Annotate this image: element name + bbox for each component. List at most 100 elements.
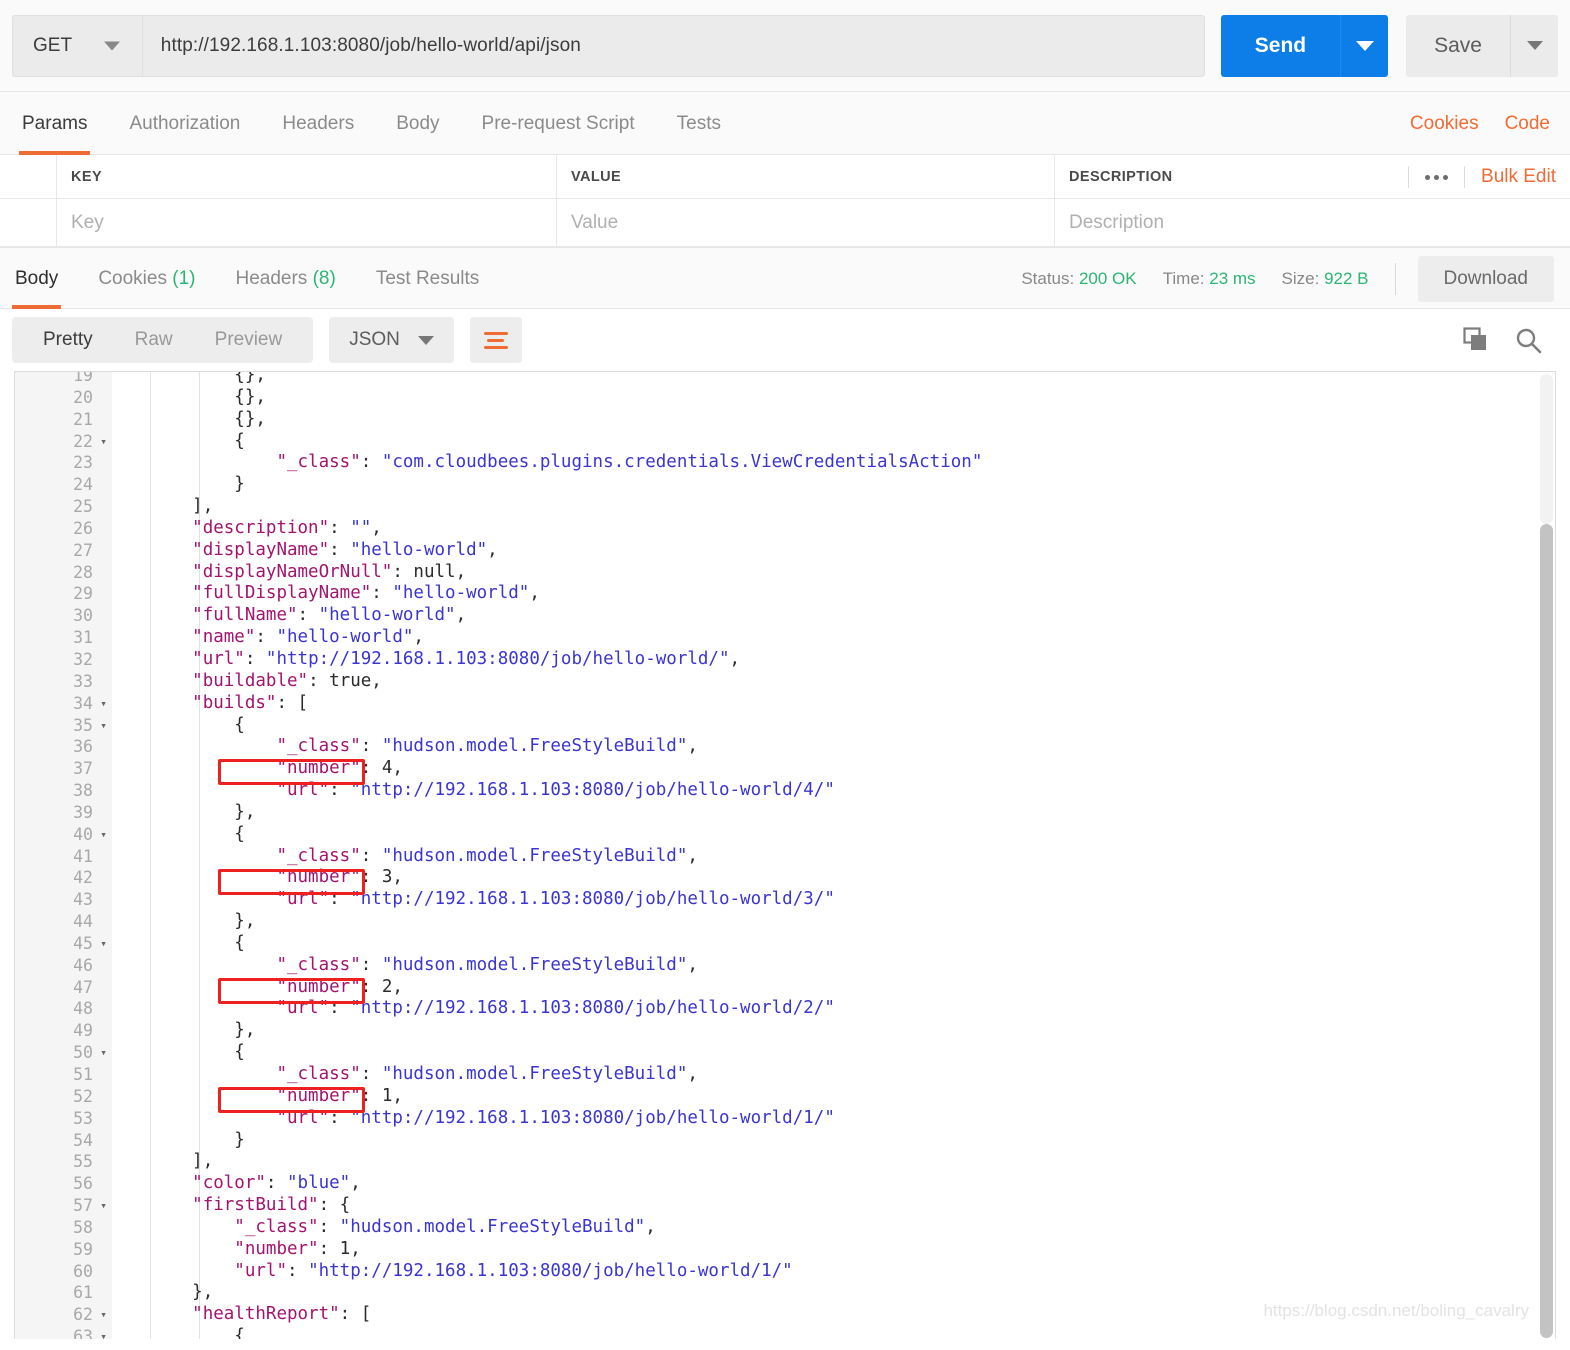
cookies-link[interactable]: Cookies [1410, 113, 1479, 135]
params-value-input[interactable]: Value [557, 199, 1055, 247]
line-number: 62 [73, 1305, 93, 1325]
response-tab-headers[interactable]: Headers (8) [232, 248, 338, 309]
fold-toggle-icon[interactable]: ▾ [95, 693, 112, 715]
format-label: JSON [349, 329, 400, 350]
line-number: 22 [73, 431, 93, 451]
fold-toggle-icon[interactable]: ▾ [95, 431, 112, 453]
save-button[interactable]: Save [1406, 14, 1510, 77]
view-mode-preview[interactable]: Preview [194, 329, 304, 351]
tab-tests[interactable]: Tests [677, 92, 721, 155]
send-button[interactable]: Send [1220, 14, 1341, 77]
fold-toggle-icon[interactable]: ▾ [95, 1304, 112, 1326]
code-line: 25 ], [15, 496, 1555, 518]
http-method-label: GET [33, 34, 73, 56]
response-body-viewer[interactable]: 19 {}, 20 {}, 21 {}, 22 ▾ {23 "_class": "com… [14, 371, 1556, 1339]
word-wrap-toggle-icon[interactable] [469, 317, 522, 363]
code-text: "number": 4, [276, 758, 403, 779]
code-text: "displayNameOrNull": null, [192, 561, 467, 582]
tab-params[interactable]: Params [18, 92, 91, 155]
code-text: { [234, 1042, 245, 1063]
send-button-group: Send [1220, 14, 1389, 77]
code-line: 22 ▾ { [15, 431, 1555, 453]
response-tab-headers-label: Headers [235, 267, 308, 289]
code-text: "_class": "com.cloudbees.plugins.credent… [276, 452, 983, 473]
chevron-down-icon [1355, 40, 1374, 51]
line-number: 40 [73, 824, 93, 844]
line-number: 39 [73, 802, 93, 822]
format-dropdown[interactable]: JSON [329, 317, 454, 363]
download-button[interactable]: Download [1417, 255, 1554, 302]
params-header-description: DESCRIPTION Bulk Edit [1055, 155, 1570, 199]
params-description-input[interactable]: Description [1055, 199, 1570, 247]
view-mode-pretty[interactable]: Pretty [22, 329, 114, 351]
line-number: 23 [73, 453, 93, 473]
code-text: "buildable": true, [192, 670, 382, 691]
fold-toggle-icon[interactable]: ▾ [95, 1326, 112, 1339]
params-key-input[interactable]: Key [57, 199, 557, 247]
more-options-icon[interactable] [1408, 166, 1464, 188]
fold-toggle-icon[interactable]: ▾ [95, 933, 112, 955]
code-line: 47 "number": 2, [15, 977, 1555, 999]
code-text: "url": "http://192.168.1.103:8080/job/he… [234, 1260, 793, 1281]
code-line: 58 "_class": "hudson.model.FreeStyleBuil… [15, 1217, 1555, 1239]
copy-icon[interactable] [1463, 327, 1489, 353]
code-text: "fullName": "hello-world", [192, 605, 467, 626]
code-text: "healthReport": [ [192, 1304, 372, 1325]
code-line: 31 "name": "hello-world", [15, 627, 1555, 649]
status-metric: Status: 200 OK [1021, 269, 1136, 289]
code-text: "_class": "hudson.model.FreeStyleBuild", [234, 1216, 656, 1237]
params-row-checkbox-cell[interactable] [0, 199, 57, 247]
http-method-dropdown[interactable]: GET [12, 14, 142, 77]
fold-toggle-icon[interactable]: ▾ [95, 1042, 112, 1064]
code-line: 50 ▾ { [15, 1042, 1555, 1064]
params-value-placeholder: Value [571, 211, 619, 233]
code-scrollbar-thumb[interactable] [1540, 524, 1553, 1338]
tab-headers[interactable]: Headers [282, 92, 354, 155]
code-text: }, [234, 801, 256, 822]
code-line: 20 {}, [15, 387, 1555, 409]
line-number: 52 [73, 1086, 93, 1106]
params-header-key: KEY [57, 155, 557, 199]
response-tab-body[interactable]: Body [12, 248, 62, 309]
code-text: "_class": "hudson.model.FreeStyleBuild", [276, 954, 698, 975]
tab-authorization[interactable]: Authorization [129, 92, 240, 155]
response-tab-cookies-label: Cookies [98, 267, 167, 289]
params-header-tools: Bulk Edit [1408, 155, 1556, 199]
wrap-line-1 [483, 331, 508, 335]
code-line: 54 } [15, 1130, 1555, 1152]
line-number: 25 [73, 497, 93, 517]
view-mode-raw[interactable]: Raw [114, 329, 194, 351]
code-link[interactable]: Code [1505, 113, 1550, 135]
code-text: "_class": "hudson.model.FreeStyleBuild", [276, 845, 698, 866]
fold-toggle-icon[interactable]: ▾ [95, 1195, 112, 1217]
fold-toggle-icon[interactable]: ▾ [95, 824, 112, 846]
save-options-dropdown[interactable] [1510, 14, 1558, 77]
code-line: 40 ▾ { [15, 824, 1555, 846]
send-options-dropdown[interactable] [1340, 14, 1389, 77]
search-icon[interactable] [1515, 327, 1542, 354]
code-text: "description": "", [192, 517, 382, 538]
line-number: 35 [73, 715, 93, 735]
tab-body[interactable]: Body [396, 92, 439, 155]
tab-pre-request-script[interactable]: Pre-request Script [482, 92, 635, 155]
response-tab-test-results[interactable]: Test Results [373, 248, 482, 309]
code-scrollbar[interactable] [1540, 374, 1553, 1338]
bulk-edit-button[interactable]: Bulk Edit [1464, 166, 1556, 188]
response-tab-cookies[interactable]: Cookies (1) [95, 248, 198, 309]
code-text: { [234, 714, 245, 735]
url-input[interactable]: http://192.168.1.103:8080/job/hello-worl… [141, 14, 1205, 77]
time-value: 23 ms [1209, 268, 1256, 288]
fold-toggle-icon[interactable]: ▾ [95, 715, 112, 737]
code-line: 56 "color": "blue", [15, 1173, 1555, 1195]
response-view-toolbar: Pretty Raw Preview JSON [0, 309, 1570, 371]
line-number: 55 [73, 1152, 93, 1172]
code-text: "color": "blue", [192, 1173, 361, 1194]
response-tab-headers-count: (8) [312, 267, 336, 289]
